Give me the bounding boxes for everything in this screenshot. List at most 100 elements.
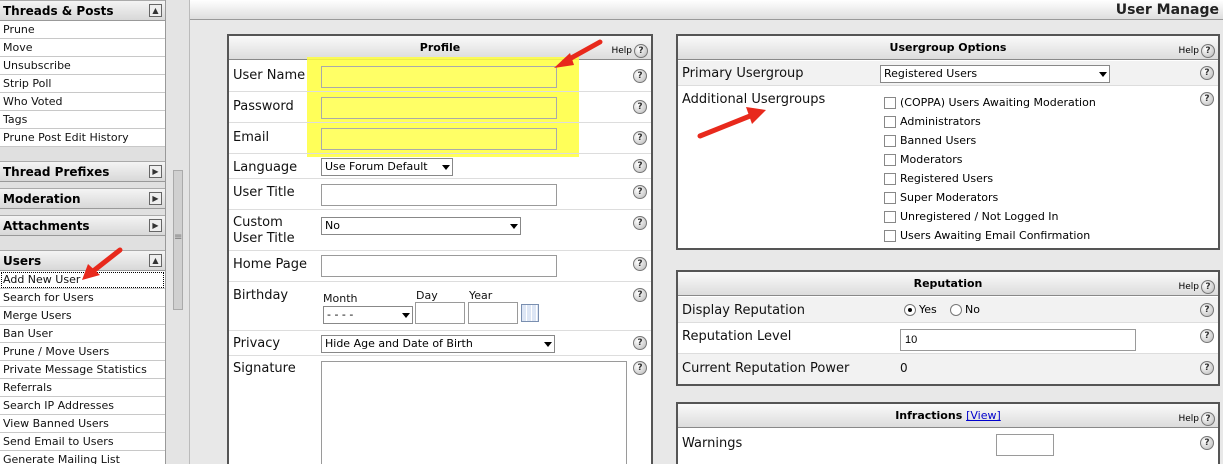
radio-icon[interactable] bbox=[950, 304, 962, 316]
signature-textarea[interactable] bbox=[321, 361, 627, 464]
birthday-day-input[interactable] bbox=[415, 302, 465, 324]
help-icon[interactable]: ? bbox=[1200, 92, 1214, 106]
year-label: Year bbox=[469, 289, 493, 302]
user-title-input[interactable] bbox=[321, 184, 557, 206]
help-button[interactable]: Help? bbox=[1178, 408, 1215, 431]
home-page-input[interactable] bbox=[321, 255, 557, 277]
sidebar-item-generate-mailing-list[interactable]: Generate Mailing List bbox=[0, 451, 165, 464]
password-input[interactable] bbox=[321, 97, 557, 119]
help-icon[interactable]: ? bbox=[1200, 66, 1214, 80]
help-icon[interactable]: ? bbox=[633, 288, 647, 302]
help-icon[interactable]: ? bbox=[633, 69, 647, 83]
grip-icon: ≡ bbox=[174, 232, 183, 243]
language-select[interactable]: Use Forum Default bbox=[321, 158, 453, 176]
row-password: Password ? bbox=[229, 92, 651, 123]
birthday-month-select[interactable]: - - - - bbox=[323, 306, 413, 324]
sidebar-group-header[interactable]: Thread Prefixes ▶ bbox=[0, 161, 165, 182]
help-icon[interactable]: ? bbox=[1200, 303, 1214, 317]
help-button[interactable]: Help? bbox=[1178, 276, 1215, 299]
checkbox-icon[interactable] bbox=[884, 211, 896, 223]
usergroup-checkbox[interactable]: Moderators bbox=[884, 153, 963, 166]
radio-no-label: No bbox=[965, 303, 980, 316]
expand-icon[interactable]: ▶ bbox=[149, 165, 162, 178]
row-current-reputation-power: Current Reputation Power 0 ? bbox=[678, 354, 1218, 384]
email-input[interactable] bbox=[321, 128, 557, 150]
sidebar-item-tags[interactable]: Tags bbox=[0, 111, 165, 129]
sidebar-item-move[interactable]: Move bbox=[0, 39, 165, 57]
help-icon[interactable]: ? bbox=[633, 336, 647, 350]
help-icon: ? bbox=[1201, 411, 1215, 426]
reputation-level-input[interactable] bbox=[900, 329, 1136, 351]
collapse-icon[interactable]: ▲ bbox=[149, 254, 162, 267]
sidebar-item-search-for-users[interactable]: Search for Users bbox=[0, 289, 165, 307]
frame-splitter[interactable]: ≡ bbox=[166, 0, 190, 464]
collapse-icon[interactable]: ▲ bbox=[149, 4, 162, 17]
sidebar-item-prune[interactable]: Prune bbox=[0, 21, 165, 39]
privacy-select[interactable]: Hide Age and Date of Birth bbox=[321, 335, 555, 353]
sidebar-item-who-voted[interactable]: Who Voted bbox=[0, 93, 165, 111]
view-infractions-link[interactable]: [View] bbox=[966, 409, 1001, 422]
sidebar-item-merge-users[interactable]: Merge Users bbox=[0, 307, 165, 325]
usergroup-checkbox[interactable]: Users Awaiting Email Confirmation bbox=[884, 229, 1090, 242]
help-icon[interactable]: ? bbox=[1200, 436, 1214, 450]
sidebar-item-strip-poll[interactable]: Strip Poll bbox=[0, 75, 165, 93]
usergroup-option-label: (COPPA) Users Awaiting Moderation bbox=[900, 96, 1096, 109]
checkbox-icon[interactable] bbox=[884, 173, 896, 185]
primary-usergroup-select[interactable]: Registered Users bbox=[880, 65, 1110, 83]
custom-user-title-label: Custom bbox=[233, 215, 283, 230]
sidebar-group-header[interactable]: Threads & Posts ▲ bbox=[0, 0, 165, 21]
help-icon[interactable]: ? bbox=[633, 100, 647, 114]
help-icon[interactable]: ? bbox=[633, 159, 647, 173]
usergroup-checkbox[interactable]: Unregistered / Not Logged In bbox=[884, 210, 1059, 223]
sidebar-item-unsubscribe[interactable]: Unsubscribe bbox=[0, 57, 165, 75]
sidebar-item-send-email[interactable]: Send Email to Users bbox=[0, 433, 165, 451]
warnings-input[interactable] bbox=[996, 434, 1054, 456]
birthday-year-input[interactable] bbox=[468, 302, 518, 324]
radio-no[interactable]: No bbox=[950, 303, 980, 316]
sidebar-item-prune-move-users[interactable]: Prune / Move Users bbox=[0, 343, 165, 361]
sidebar-group-header[interactable]: Moderation ▶ bbox=[0, 188, 165, 209]
help-icon[interactable]: ? bbox=[633, 257, 647, 271]
row-birthday: Birthday Month Day Year - - - - ? bbox=[229, 282, 651, 331]
checkbox-icon[interactable] bbox=[884, 135, 896, 147]
usergroup-checkbox[interactable]: Registered Users bbox=[884, 172, 993, 185]
user-title-label: User Title bbox=[233, 185, 295, 200]
help-icon[interactable]: ? bbox=[633, 185, 647, 199]
help-button[interactable]: Help? bbox=[611, 40, 648, 63]
sidebar-item-pm-statistics[interactable]: Private Message Statistics bbox=[0, 361, 165, 379]
primary-usergroup-selected: Registered Users bbox=[884, 67, 978, 80]
help-icon[interactable]: ? bbox=[633, 361, 647, 375]
checkbox-icon[interactable] bbox=[884, 116, 896, 128]
checkbox-icon[interactable] bbox=[884, 230, 896, 242]
usergroup-checkbox[interactable]: Administrators bbox=[884, 115, 981, 128]
warnings-label: Warnings bbox=[682, 436, 743, 451]
usergroup-checkbox[interactable]: Banned Users bbox=[884, 134, 976, 147]
radio-yes[interactable]: Yes bbox=[904, 303, 937, 316]
custom-user-title-select[interactable]: No bbox=[321, 217, 521, 235]
help-icon[interactable]: ? bbox=[1200, 361, 1214, 375]
sidebar-item-ban-user[interactable]: Ban User bbox=[0, 325, 165, 343]
radio-icon[interactable] bbox=[904, 304, 916, 316]
chevron-down-icon bbox=[544, 342, 552, 347]
panel-title: Profile bbox=[419, 41, 461, 54]
usergroup-checkbox[interactable]: Super Moderators bbox=[884, 191, 998, 204]
sidebar-group-header[interactable]: Attachments ▶ bbox=[0, 215, 165, 236]
user-name-input[interactable] bbox=[321, 66, 557, 88]
sidebar-item-view-banned-users[interactable]: View Banned Users bbox=[0, 415, 165, 433]
calendar-icon[interactable] bbox=[521, 304, 539, 322]
help-icon[interactable]: ? bbox=[633, 216, 647, 230]
sidebar-item-search-ip[interactable]: Search IP Addresses bbox=[0, 397, 165, 415]
help-button[interactable]: Help? bbox=[1178, 40, 1215, 63]
sidebar-group-attachments: Attachments ▶ bbox=[0, 215, 165, 236]
sidebar-item-prune-post-edit-history[interactable]: Prune Post Edit History bbox=[0, 129, 165, 147]
help-icon[interactable]: ? bbox=[633, 131, 647, 145]
usergroup-checkbox[interactable]: (COPPA) Users Awaiting Moderation bbox=[884, 96, 1096, 109]
checkbox-icon[interactable] bbox=[884, 97, 896, 109]
sidebar-item-referrals[interactable]: Referrals bbox=[0, 379, 165, 397]
help-icon[interactable]: ? bbox=[1200, 329, 1214, 343]
checkbox-icon[interactable] bbox=[884, 154, 896, 166]
checkbox-icon[interactable] bbox=[884, 192, 896, 204]
expand-icon[interactable]: ▶ bbox=[149, 192, 162, 205]
sidebar-group-title: Moderation bbox=[3, 192, 81, 206]
expand-icon[interactable]: ▶ bbox=[149, 219, 162, 232]
